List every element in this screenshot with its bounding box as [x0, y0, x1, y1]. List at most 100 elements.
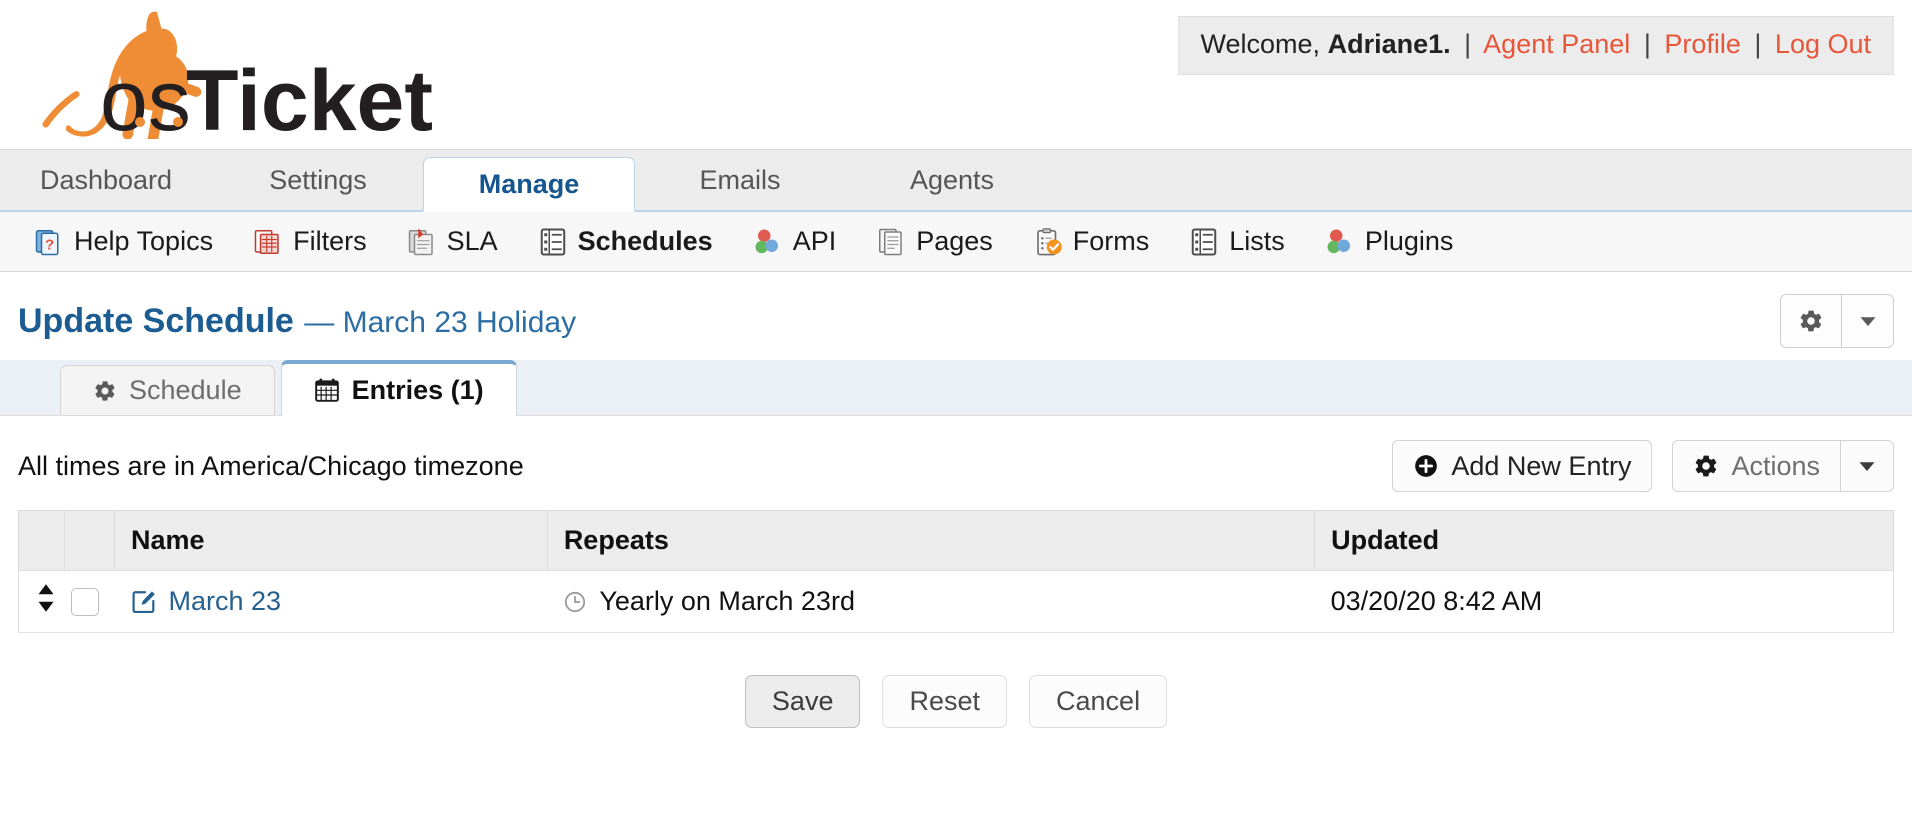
sub-navigation: ? Help Topics Filters — [0, 212, 1912, 272]
welcome-bar: Welcome, Adriane1. | Agent Panel | Profi… — [1178, 16, 1894, 75]
subnav-item-pages[interactable]: Pages — [876, 226, 993, 257]
entry-name-link[interactable]: March 23 — [169, 586, 282, 617]
welcome-prefix: Welcome, — [1201, 29, 1321, 59]
subnav-label: Forms — [1073, 226, 1150, 257]
lists-icon — [1189, 227, 1219, 257]
main-navigation: Dashboard Settings Manage Emails Agents — [0, 150, 1912, 212]
profile-link[interactable]: Profile — [1664, 29, 1741, 59]
calendar-icon — [314, 377, 340, 403]
row-sort-handle-cell[interactable] — [19, 571, 65, 633]
nav-tab-emails[interactable]: Emails — [634, 150, 846, 210]
gear-icon — [1693, 453, 1719, 479]
subnav-item-forms[interactable]: Forms — [1033, 226, 1150, 257]
timezone-note: All times are in America/Chicago timezon… — [18, 451, 524, 482]
edit-pencil-icon[interactable] — [131, 589, 157, 615]
subnav-item-help-topics[interactable]: ? Help Topics — [34, 226, 213, 257]
entries-table-head: Name Repeats Updated — [19, 511, 1894, 571]
table-header-row: Name Repeats Updated — [19, 511, 1894, 571]
subnav-item-sla[interactable]: SLA — [407, 226, 498, 257]
page-header: os Ticket Welcome, Adriane1. | Agent Pan… — [0, 0, 1912, 150]
api-icon — [753, 227, 783, 257]
tab-label: Schedule — [129, 375, 242, 406]
separator-3: | — [1754, 29, 1761, 59]
column-header-repeats[interactable]: Repeats — [547, 511, 1314, 571]
actions-button[interactable]: Actions — [1672, 440, 1840, 492]
schedule-tabs: Schedule Entries (1) — [0, 360, 1912, 416]
nav-tab-label: Manage — [479, 169, 580, 200]
column-header-select — [65, 511, 115, 571]
nav-tab-agents[interactable]: Agents — [846, 150, 1058, 210]
nav-tab-label: Emails — [699, 165, 780, 196]
column-header-name[interactable]: Name — [115, 511, 548, 571]
sla-icon — [407, 227, 437, 257]
schedules-icon — [538, 227, 568, 257]
plugins-icon — [1325, 227, 1355, 257]
row-repeats-cell: Yearly on March 23rd — [547, 571, 1314, 633]
subnav-label: Lists — [1229, 226, 1285, 257]
reset-button[interactable]: Reset — [882, 675, 1007, 728]
subnav-item-filters[interactable]: Filters — [253, 226, 367, 257]
forms-icon — [1033, 227, 1063, 257]
column-header-updated[interactable]: Updated — [1315, 511, 1894, 571]
gear-icon[interactable] — [1781, 295, 1841, 347]
toolbar-buttons: Add New Entry Actions — [1392, 440, 1894, 492]
nav-tab-label: Dashboard — [40, 165, 172, 196]
nav-tab-dashboard[interactable]: Dashboard — [0, 150, 212, 210]
separator-1: | — [1464, 29, 1471, 59]
row-select-cell[interactable] — [65, 571, 115, 633]
filters-icon — [253, 227, 283, 257]
form-action-buttons: Save Reset Cancel — [18, 633, 1894, 728]
subnav-label: API — [793, 226, 837, 257]
entry-repeats-text: Yearly on March 23rd — [599, 586, 855, 617]
nav-tab-manage[interactable]: Manage — [423, 157, 635, 212]
kangaroo-logo: os Ticket — [18, 4, 438, 139]
clock-icon — [563, 590, 587, 614]
subnav-label: Help Topics — [74, 226, 213, 257]
page-title-row: Update Schedule — March 23 Holiday — [0, 272, 1912, 360]
entries-table: Name Repeats Updated — [18, 510, 1894, 633]
page-subtitle: — March 23 Holiday — [304, 306, 576, 339]
page-settings-split-button[interactable] — [1780, 294, 1894, 348]
actions-split-button[interactable]: Actions — [1672, 440, 1894, 492]
actions-label: Actions — [1731, 451, 1820, 482]
chevron-down-icon[interactable] — [1840, 440, 1894, 492]
tab-schedule[interactable]: Schedule — [60, 365, 275, 415]
help-topics-icon: ? — [34, 227, 64, 257]
column-header-handle — [19, 511, 65, 571]
pages-icon — [876, 227, 906, 257]
add-new-entry-button[interactable]: Add New Entry — [1392, 440, 1652, 492]
add-new-entry-label: Add New Entry — [1451, 451, 1631, 482]
entries-panel: All times are in America/Chicago timezon… — [0, 416, 1912, 728]
logo-ticket-text: Ticket — [186, 53, 433, 139]
table-row[interactable]: March 23 Yearly on March 23rd — [19, 571, 1894, 633]
save-button[interactable]: Save — [745, 675, 861, 728]
ostic ket-logo[interactable]: os Ticket — [18, 4, 438, 139]
logout-link[interactable]: Log Out — [1775, 29, 1871, 59]
nav-tab-settings[interactable]: Settings — [212, 150, 424, 210]
subnav-label: SLA — [447, 226, 498, 257]
entries-toolbar: All times are in America/Chicago timezon… — [18, 416, 1894, 510]
subnav-item-schedules[interactable]: Schedules — [538, 226, 713, 257]
separator-2: | — [1644, 29, 1651, 59]
entries-table-body: March 23 Yearly on March 23rd — [19, 571, 1894, 633]
row-updated-cell: 03/20/20 8:42 AM — [1315, 571, 1894, 633]
cancel-button[interactable]: Cancel — [1029, 675, 1167, 728]
page-title: Update Schedule — [18, 302, 294, 340]
subnav-label: Filters — [293, 226, 367, 257]
gear-icon — [93, 379, 117, 403]
tab-entries[interactable]: Entries (1) — [281, 360, 517, 416]
subnav-item-api[interactable]: API — [753, 226, 837, 257]
agent-panel-link[interactable]: Agent Panel — [1483, 29, 1630, 59]
subnav-item-plugins[interactable]: Plugins — [1325, 226, 1454, 257]
svg-text:?: ? — [45, 236, 54, 253]
row-name-cell: March 23 — [115, 571, 548, 633]
chevron-down-icon[interactable] — [1841, 295, 1893, 347]
nav-tab-label: Settings — [269, 165, 367, 196]
nav-tab-label: Agents — [910, 165, 994, 196]
sort-handle-icon[interactable] — [35, 589, 57, 619]
plus-circle-icon — [1413, 453, 1439, 479]
username-label: Adriane1. — [1328, 29, 1451, 59]
tab-label: Entries (1) — [352, 375, 484, 406]
row-checkbox[interactable] — [71, 588, 99, 616]
subnav-item-lists[interactable]: Lists — [1189, 226, 1285, 257]
